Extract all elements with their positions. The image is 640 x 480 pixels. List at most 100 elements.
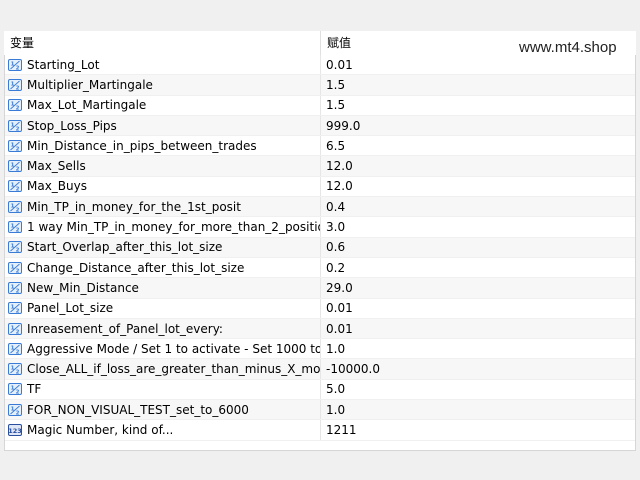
svg-text:2: 2: [16, 248, 20, 254]
table-row[interactable]: 1 2 TF 5.0: [5, 379, 635, 401]
table-row[interactable]: 1 2 Min_Distance_in_pips_between_trades 6.5: [5, 136, 635, 157]
table-row[interactable]: 1 2 Max_Lot_Martingale 1.5: [5, 95, 635, 116]
double-param-icon: 12: [8, 160, 22, 173]
watermark: www.mt4.shop: [519, 39, 617, 56]
double-param-icon: 12: [8, 261, 22, 274]
table-body: 1 2 Starting_Lot 0.01 1 2 Multiplier_Martingal…: [5, 55, 635, 441]
param-name-cell: 1 2 Change_Distance_after_this_lot_size: [5, 257, 321, 278]
double-param-icon: 12: [8, 342, 22, 355]
svg-text:2: 2: [16, 228, 20, 234]
svg-text:2: 2: [16, 126, 20, 132]
table-row[interactable]: 1 2 Start_Overlap_after_this_lot_size 0.6: [5, 237, 635, 258]
table-row[interactable]: 1 2 Change_Distance_after_this_lot_size 0.2: [5, 257, 635, 279]
param-value[interactable]: 3.0: [321, 217, 635, 236]
param-value[interactable]: 0.01: [321, 55, 635, 74]
param-value[interactable]: 1.5: [321, 75, 635, 94]
table-row[interactable]: 123 Magic Number, kind of... 1211: [5, 420, 635, 441]
param-value[interactable]: 1.0: [321, 400, 635, 419]
param-value[interactable]: 1211: [321, 420, 635, 439]
column-header-variable[interactable]: 变量: [4, 31, 321, 55]
table-row[interactable]: 1 2 Max_Buys 12.0: [5, 176, 635, 198]
param-name-cell: 1 2 Close_ALL_if_loss_are_greater_than_min…: [5, 359, 321, 379]
param-name-cell: 1 2 Max_Sells: [5, 156, 321, 176]
param-value[interactable]: 999.0: [321, 116, 635, 135]
param-value[interactable]: 5.0: [321, 380, 635, 399]
param-name-cell: 1 2 Starting_Lot: [5, 55, 321, 75]
param-name-cell: 1 2 New_Min_Distance: [5, 278, 321, 298]
table-row[interactable]: 1 2 Min_TP_in_money_for_the_1st_posit 0.4: [5, 197, 635, 218]
param-name-cell: 1 2 Panel_Lot_size: [5, 298, 321, 318]
table-row[interactable]: 1 2 Panel_Lot_size 0.01: [5, 298, 635, 319]
table-row[interactable]: 1 2 Close_ALL_if_loss_are_greater_than_min…: [5, 359, 635, 380]
svg-text:2: 2: [16, 85, 20, 91]
param-name: Aggressive Mode / Set 1 to activate - Se…: [27, 341, 321, 356]
double-param-icon: 12: [8, 241, 22, 254]
param-name: New_Min_Distance: [27, 280, 139, 295]
param-name: Min_Distance_in_pips_between_trades: [27, 138, 257, 153]
svg-text:2: 2: [16, 370, 20, 376]
param-value[interactable]: -10000.0: [321, 359, 635, 378]
table-row[interactable]: 1 2 Multiplier_Martingale 1.5: [5, 75, 635, 96]
table-row[interactable]: 1 2 Max_Sells 12.0: [5, 156, 635, 177]
double-param-icon: 12: [8, 200, 22, 213]
integer-param-icon: 123: [8, 423, 22, 436]
table-row[interactable]: 1 2 FOR_NON_VISUAL_TEST_set_to_6000 1.0: [5, 400, 635, 421]
param-value[interactable]: 0.2: [321, 258, 635, 277]
param-name-cell: 1 2 Aggressive Mode / Set 1 to activate - …: [5, 339, 321, 359]
param-name: Magic Number, kind of...: [27, 422, 174, 437]
double-param-icon: 12: [8, 363, 22, 376]
param-value[interactable]: 1.5: [321, 96, 635, 115]
table-row[interactable]: 1 2 Starting_Lot 0.01: [5, 55, 635, 76]
param-name: Max_Sells: [27, 159, 86, 174]
param-name: TF: [27, 382, 42, 397]
param-value[interactable]: 0.6: [321, 238, 635, 257]
param-value[interactable]: 12.0: [321, 156, 635, 175]
double-param-icon: 12: [8, 302, 22, 315]
double-param-icon: 12: [8, 58, 22, 71]
param-name: Max_Buys: [27, 179, 87, 194]
param-value[interactable]: 1.0: [321, 339, 635, 358]
svg-text:2: 2: [16, 410, 20, 416]
table-row[interactable]: 1 2 Inreasement_of_Panel_lot_every: 0.01: [5, 318, 635, 340]
param-name-cell: 1 2 FOR_NON_VISUAL_TEST_set_to_6000: [5, 400, 321, 420]
param-value[interactable]: 0.4: [321, 197, 635, 216]
svg-text:2: 2: [16, 309, 20, 315]
param-name: Panel_Lot_size: [27, 301, 114, 316]
param-name-cell: 1 2 Multiplier_Martingale: [5, 75, 321, 95]
table-row[interactable]: 1 2 New_Min_Distance 29.0: [5, 278, 635, 299]
double-param-icon: 12: [8, 322, 22, 335]
svg-text:2: 2: [16, 187, 20, 193]
param-value[interactable]: 12.0: [321, 177, 635, 196]
param-value[interactable]: 29.0: [321, 278, 635, 297]
svg-text:123: 123: [8, 427, 22, 435]
param-name: Close_ALL_if_loss_are_greater_than_minus…: [27, 362, 321, 377]
param-value[interactable]: 0.01: [321, 299, 635, 318]
param-name-cell: 1 2 Min_TP_in_money_for_the_1st_posit: [5, 197, 321, 217]
svg-text:2: 2: [16, 207, 20, 213]
table-row[interactable]: 1 2 Stop_Loss_Pips 999.0: [5, 115, 635, 137]
param-name-cell: 1 2 Stop_Loss_Pips: [5, 115, 321, 136]
param-name-cell: 12 1 way Min_TP_in_money_for_more_than_2_…: [5, 217, 321, 237]
param-name-cell: 1 2 Start_Overlap_after_this_lot_size: [5, 237, 321, 257]
param-name: Inreasement_of_Panel_lot_every:: [27, 321, 223, 336]
double-param-icon: 12: [8, 99, 22, 112]
param-value[interactable]: 6.5: [321, 136, 635, 155]
param-value[interactable]: 0.01: [321, 319, 635, 338]
double-param-icon: 12: [8, 281, 22, 294]
svg-text:2: 2: [16, 146, 20, 152]
double-param-icon: 12: [8, 119, 22, 132]
param-name-cell: 1 2 TF: [5, 379, 321, 400]
svg-text:2: 2: [16, 106, 20, 112]
double-param-icon: 12: [8, 221, 22, 234]
table-row[interactable]: 1 2 Aggressive Mode / Set 1 to activate - …: [5, 339, 635, 360]
svg-text:2: 2: [16, 167, 20, 173]
param-name-cell: 1 2 Inreasement_of_Panel_lot_every:: [5, 318, 321, 339]
svg-text:2: 2: [16, 268, 20, 274]
param-name-cell: 1 2 Max_Lot_Martingale: [5, 95, 321, 115]
param-name: Max_Lot_Martingale: [27, 98, 147, 113]
double-param-icon: 12: [8, 383, 22, 396]
table-row[interactable]: 12 1 way Min_TP_in_money_for_more_than_2_…: [5, 217, 635, 238]
double-param-icon: 12: [8, 180, 22, 193]
svg-text:2: 2: [16, 65, 20, 71]
double-param-icon: 12: [8, 403, 22, 416]
